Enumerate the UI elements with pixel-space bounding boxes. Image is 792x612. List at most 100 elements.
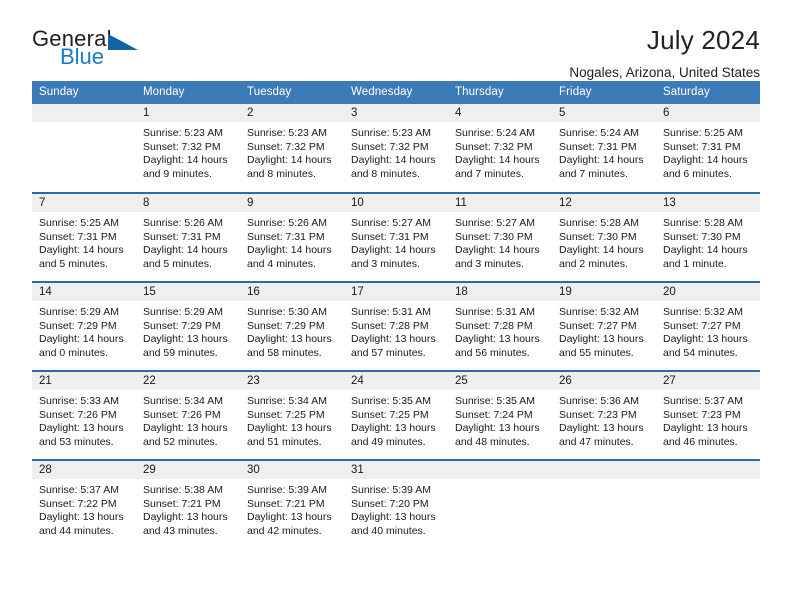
day-number: 5: [552, 104, 656, 122]
calendar-day-cell[interactable]: 8 Sunrise: 5:26 AM Sunset: 7:31 PM Daylight…: [136, 192, 240, 282]
sunrise-time: Sunrise: 5:31 AM: [455, 306, 535, 318]
calendar-day-cell[interactable]: 17 Sunrise: 5:31 AM Sunset: 7:28 PM Dayligh…: [344, 281, 448, 371]
calendar-day-cell[interactable]: 16 Sunrise: 5:30 AM Sunset: 7:29 PM Dayligh…: [240, 281, 344, 371]
day-details: Sunrise: 5:28 AM Sunset: 7:30 PM Daylight:…: [656, 212, 760, 271]
daylight-duration-line2: and 51 minutes.: [247, 435, 322, 448]
day-details: Sunrise: 5:26 AM Sunset: 7:31 PM Daylight:…: [136, 212, 240, 271]
daylight-duration-line2: and 0 minutes.: [39, 346, 108, 359]
daylight-duration-line2: and 5 minutes.: [143, 257, 212, 270]
calendar-day-cell[interactable]: 6 Sunrise: 5:25 AM Sunset: 7:31 PM Daylight…: [656, 104, 760, 193]
day-details: Sunrise: 5:36 AM Sunset: 7:23 PM Daylight:…: [552, 390, 656, 449]
day-number: 25: [448, 372, 552, 390]
calendar-day-cell[interactable]: 24 Sunrise: 5:35 AM Sunset: 7:25 PM Dayligh…: [344, 370, 448, 460]
daylight-duration-line1: Daylight: 14 hours: [455, 154, 540, 167]
calendar-day-cell[interactable]: 20 Sunrise: 5:32 AM Sunset: 7:27 PM Dayligh…: [656, 281, 760, 371]
sunrise-time: Sunrise: 5:27 AM: [455, 217, 535, 229]
sunset-time: Sunset: 7:31 PM: [143, 230, 221, 243]
sunset-time: Sunset: 7:27 PM: [559, 319, 637, 332]
calendar-day-cell[interactable]: 22 Sunrise: 5:34 AM Sunset: 7:26 PM Dayligh…: [136, 370, 240, 460]
day-number: 15: [136, 283, 240, 301]
calendar-day-cell[interactable]: 18 Sunrise: 5:31 AM Sunset: 7:28 PM Dayligh…: [448, 281, 552, 371]
daylight-duration-line2: and 7 minutes.: [455, 167, 524, 180]
daylight-duration-line1: Daylight: 14 hours: [663, 154, 748, 167]
calendar-week-row: 1 Sunrise: 5:23 AM Sunset: 7:32 PM Daylight…: [32, 104, 760, 193]
daylight-duration-line1: Daylight: 14 hours: [559, 154, 644, 167]
daylight-duration-line2: and 9 minutes.: [143, 167, 212, 180]
day-details: Sunrise: 5:26 AM Sunset: 7:31 PM Daylight:…: [240, 212, 344, 271]
day-details: Sunrise: 5:23 AM Sunset: 7:32 PM Daylight:…: [344, 122, 448, 181]
daylight-duration-line2: and 46 minutes.: [663, 435, 738, 448]
calendar-day-cell[interactable]: 28 Sunrise: 5:37 AM Sunset: 7:22 PM Dayligh…: [32, 459, 136, 549]
title-block: July 2024 Nogales, Arizona, United State…: [569, 25, 760, 81]
sunrise-time: Sunrise: 5:24 AM: [455, 127, 535, 139]
sunset-time: Sunset: 7:28 PM: [455, 319, 533, 332]
sunrise-time: Sunrise: 5:31 AM: [351, 306, 431, 318]
calendar-day-cell[interactable]: 4 Sunrise: 5:24 AM Sunset: 7:32 PM Daylight…: [448, 104, 552, 193]
daylight-duration-line1: Daylight: 13 hours: [39, 422, 124, 435]
calendar-week-row: 28 Sunrise: 5:37 AM Sunset: 7:22 PM Dayligh…: [32, 459, 760, 549]
daylight-duration-line1: Daylight: 13 hours: [143, 511, 228, 524]
daylight-duration-line1: Daylight: 14 hours: [247, 154, 332, 167]
calendar-header-row: Sunday Monday Tuesday Wednesday Thursday Frid…: [32, 81, 760, 104]
day-details: Sunrise: 5:27 AM Sunset: 7:30 PM Daylight:…: [448, 212, 552, 271]
daylight-duration-line1: Daylight: 13 hours: [455, 422, 540, 435]
calendar-day-cell[interactable]: 30 Sunrise: 5:39 AM Sunset: 7:21 PM Dayligh…: [240, 459, 344, 549]
daylight-duration-line1: Daylight: 13 hours: [143, 422, 228, 435]
calendar-day-cell[interactable]: 29 Sunrise: 5:38 AM Sunset: 7:21 PM Dayligh…: [136, 459, 240, 549]
calendar-day-cell[interactable]: 9 Sunrise: 5:26 AM Sunset: 7:31 PM Daylight…: [240, 192, 344, 282]
calendar-day-cell[interactable]: 13 Sunrise: 5:28 AM Sunset: 7:30 PM Dayligh…: [656, 192, 760, 282]
sunrise-time: Sunrise: 5:39 AM: [351, 484, 431, 496]
calendar-day-cell[interactable]: 15 Sunrise: 5:29 AM Sunset: 7:29 PM Dayligh…: [136, 281, 240, 371]
calendar-day-cell[interactable]: 14 Sunrise: 5:29 AM Sunset: 7:29 PM Dayligh…: [32, 281, 136, 371]
sunrise-time: Sunrise: 5:24 AM: [559, 127, 639, 139]
day-details: Sunrise: 5:35 AM Sunset: 7:24 PM Daylight:…: [448, 390, 552, 449]
calendar-day-cell[interactable]: 5 Sunrise: 5:24 AM Sunset: 7:31 PM Daylight…: [552, 104, 656, 193]
day-details: Sunrise: 5:33 AM Sunset: 7:26 PM Daylight:…: [32, 390, 136, 449]
calendar-day-cell[interactable]: 23 Sunrise: 5:34 AM Sunset: 7:25 PM Dayligh…: [240, 370, 344, 460]
calendar-day-cell[interactable]: 25 Sunrise: 5:35 AM Sunset: 7:24 PM Dayligh…: [448, 370, 552, 460]
day-number: 6: [656, 104, 760, 122]
daylight-duration-line2: and 48 minutes.: [455, 435, 530, 448]
calendar-day-cell[interactable]: 21 Sunrise: 5:33 AM Sunset: 7:26 PM Dayligh…: [32, 370, 136, 460]
calendar-day-cell[interactable]: 19 Sunrise: 5:32 AM Sunset: 7:27 PM Dayligh…: [552, 281, 656, 371]
day-number: [448, 461, 552, 479]
daylight-duration-line1: Daylight: 14 hours: [351, 154, 436, 167]
sunrise-time: Sunrise: 5:29 AM: [39, 306, 119, 318]
calendar-week-row: 7 Sunrise: 5:25 AM Sunset: 7:31 PM Daylight…: [32, 192, 760, 282]
sunrise-time: Sunrise: 5:26 AM: [247, 217, 327, 229]
calendar-day-cell[interactable]: 7 Sunrise: 5:25 AM Sunset: 7:31 PM Daylight…: [32, 192, 136, 282]
daylight-duration-line1: Daylight: 13 hours: [247, 511, 332, 524]
day-details: Sunrise: 5:38 AM Sunset: 7:21 PM Daylight:…: [136, 479, 240, 538]
day-number: 27: [656, 372, 760, 390]
sunset-time: Sunset: 7:23 PM: [663, 408, 741, 421]
day-details: Sunrise: 5:39 AM Sunset: 7:21 PM Daylight:…: [240, 479, 344, 538]
calendar-day-cell[interactable]: 26 Sunrise: 5:36 AM Sunset: 7:23 PM Dayligh…: [552, 370, 656, 460]
sunset-time: Sunset: 7:24 PM: [455, 408, 533, 421]
calendar-day-cell[interactable]: 11 Sunrise: 5:27 AM Sunset: 7:30 PM Dayligh…: [448, 192, 552, 282]
sunrise-time: Sunrise: 5:28 AM: [663, 217, 743, 229]
calendar-day-cell[interactable]: 3 Sunrise: 5:23 AM Sunset: 7:32 PM Daylight…: [344, 104, 448, 193]
sunrise-time: Sunrise: 5:38 AM: [143, 484, 223, 496]
calendar-day-cell[interactable]: 1 Sunrise: 5:23 AM Sunset: 7:32 PM Daylight…: [136, 104, 240, 193]
sunrise-time: Sunrise: 5:23 AM: [351, 127, 431, 139]
calendar-day-cell-empty: [656, 459, 760, 549]
day-number: 16: [240, 283, 344, 301]
day-details: Sunrise: 5:37 AM Sunset: 7:22 PM Daylight:…: [32, 479, 136, 538]
daylight-duration-line2: and 54 minutes.: [663, 346, 738, 359]
day-details: Sunrise: 5:25 AM Sunset: 7:31 PM Daylight:…: [32, 212, 136, 271]
sunrise-time: Sunrise: 5:25 AM: [663, 127, 743, 139]
calendar-day-cell[interactable]: 10 Sunrise: 5:27 AM Sunset: 7:31 PM Dayligh…: [344, 192, 448, 282]
day-number: 14: [32, 283, 136, 301]
calendar-day-cell[interactable]: 12 Sunrise: 5:28 AM Sunset: 7:30 PM Dayligh…: [552, 192, 656, 282]
calendar-day-cell[interactable]: 31 Sunrise: 5:39 AM Sunset: 7:20 PM Dayligh…: [344, 459, 448, 549]
sunset-time: Sunset: 7:22 PM: [39, 497, 117, 510]
day-details: Sunrise: 5:27 AM Sunset: 7:31 PM Daylight:…: [344, 212, 448, 271]
calendar-day-cell[interactable]: 27 Sunrise: 5:37 AM Sunset: 7:23 PM Dayligh…: [656, 370, 760, 460]
daylight-duration-line2: and 49 minutes.: [351, 435, 426, 448]
generalblue-logo[interactable]: General Blue: [32, 26, 142, 78]
sunrise-time: Sunrise: 5:39 AM: [247, 484, 327, 496]
sunrise-time: Sunrise: 5:32 AM: [663, 306, 743, 318]
calendar-day-cell[interactable]: 2 Sunrise: 5:23 AM Sunset: 7:32 PM Daylight…: [240, 104, 344, 193]
sunset-time: Sunset: 7:31 PM: [559, 140, 637, 153]
day-details: Sunrise: 5:23 AM Sunset: 7:32 PM Daylight:…: [136, 122, 240, 181]
